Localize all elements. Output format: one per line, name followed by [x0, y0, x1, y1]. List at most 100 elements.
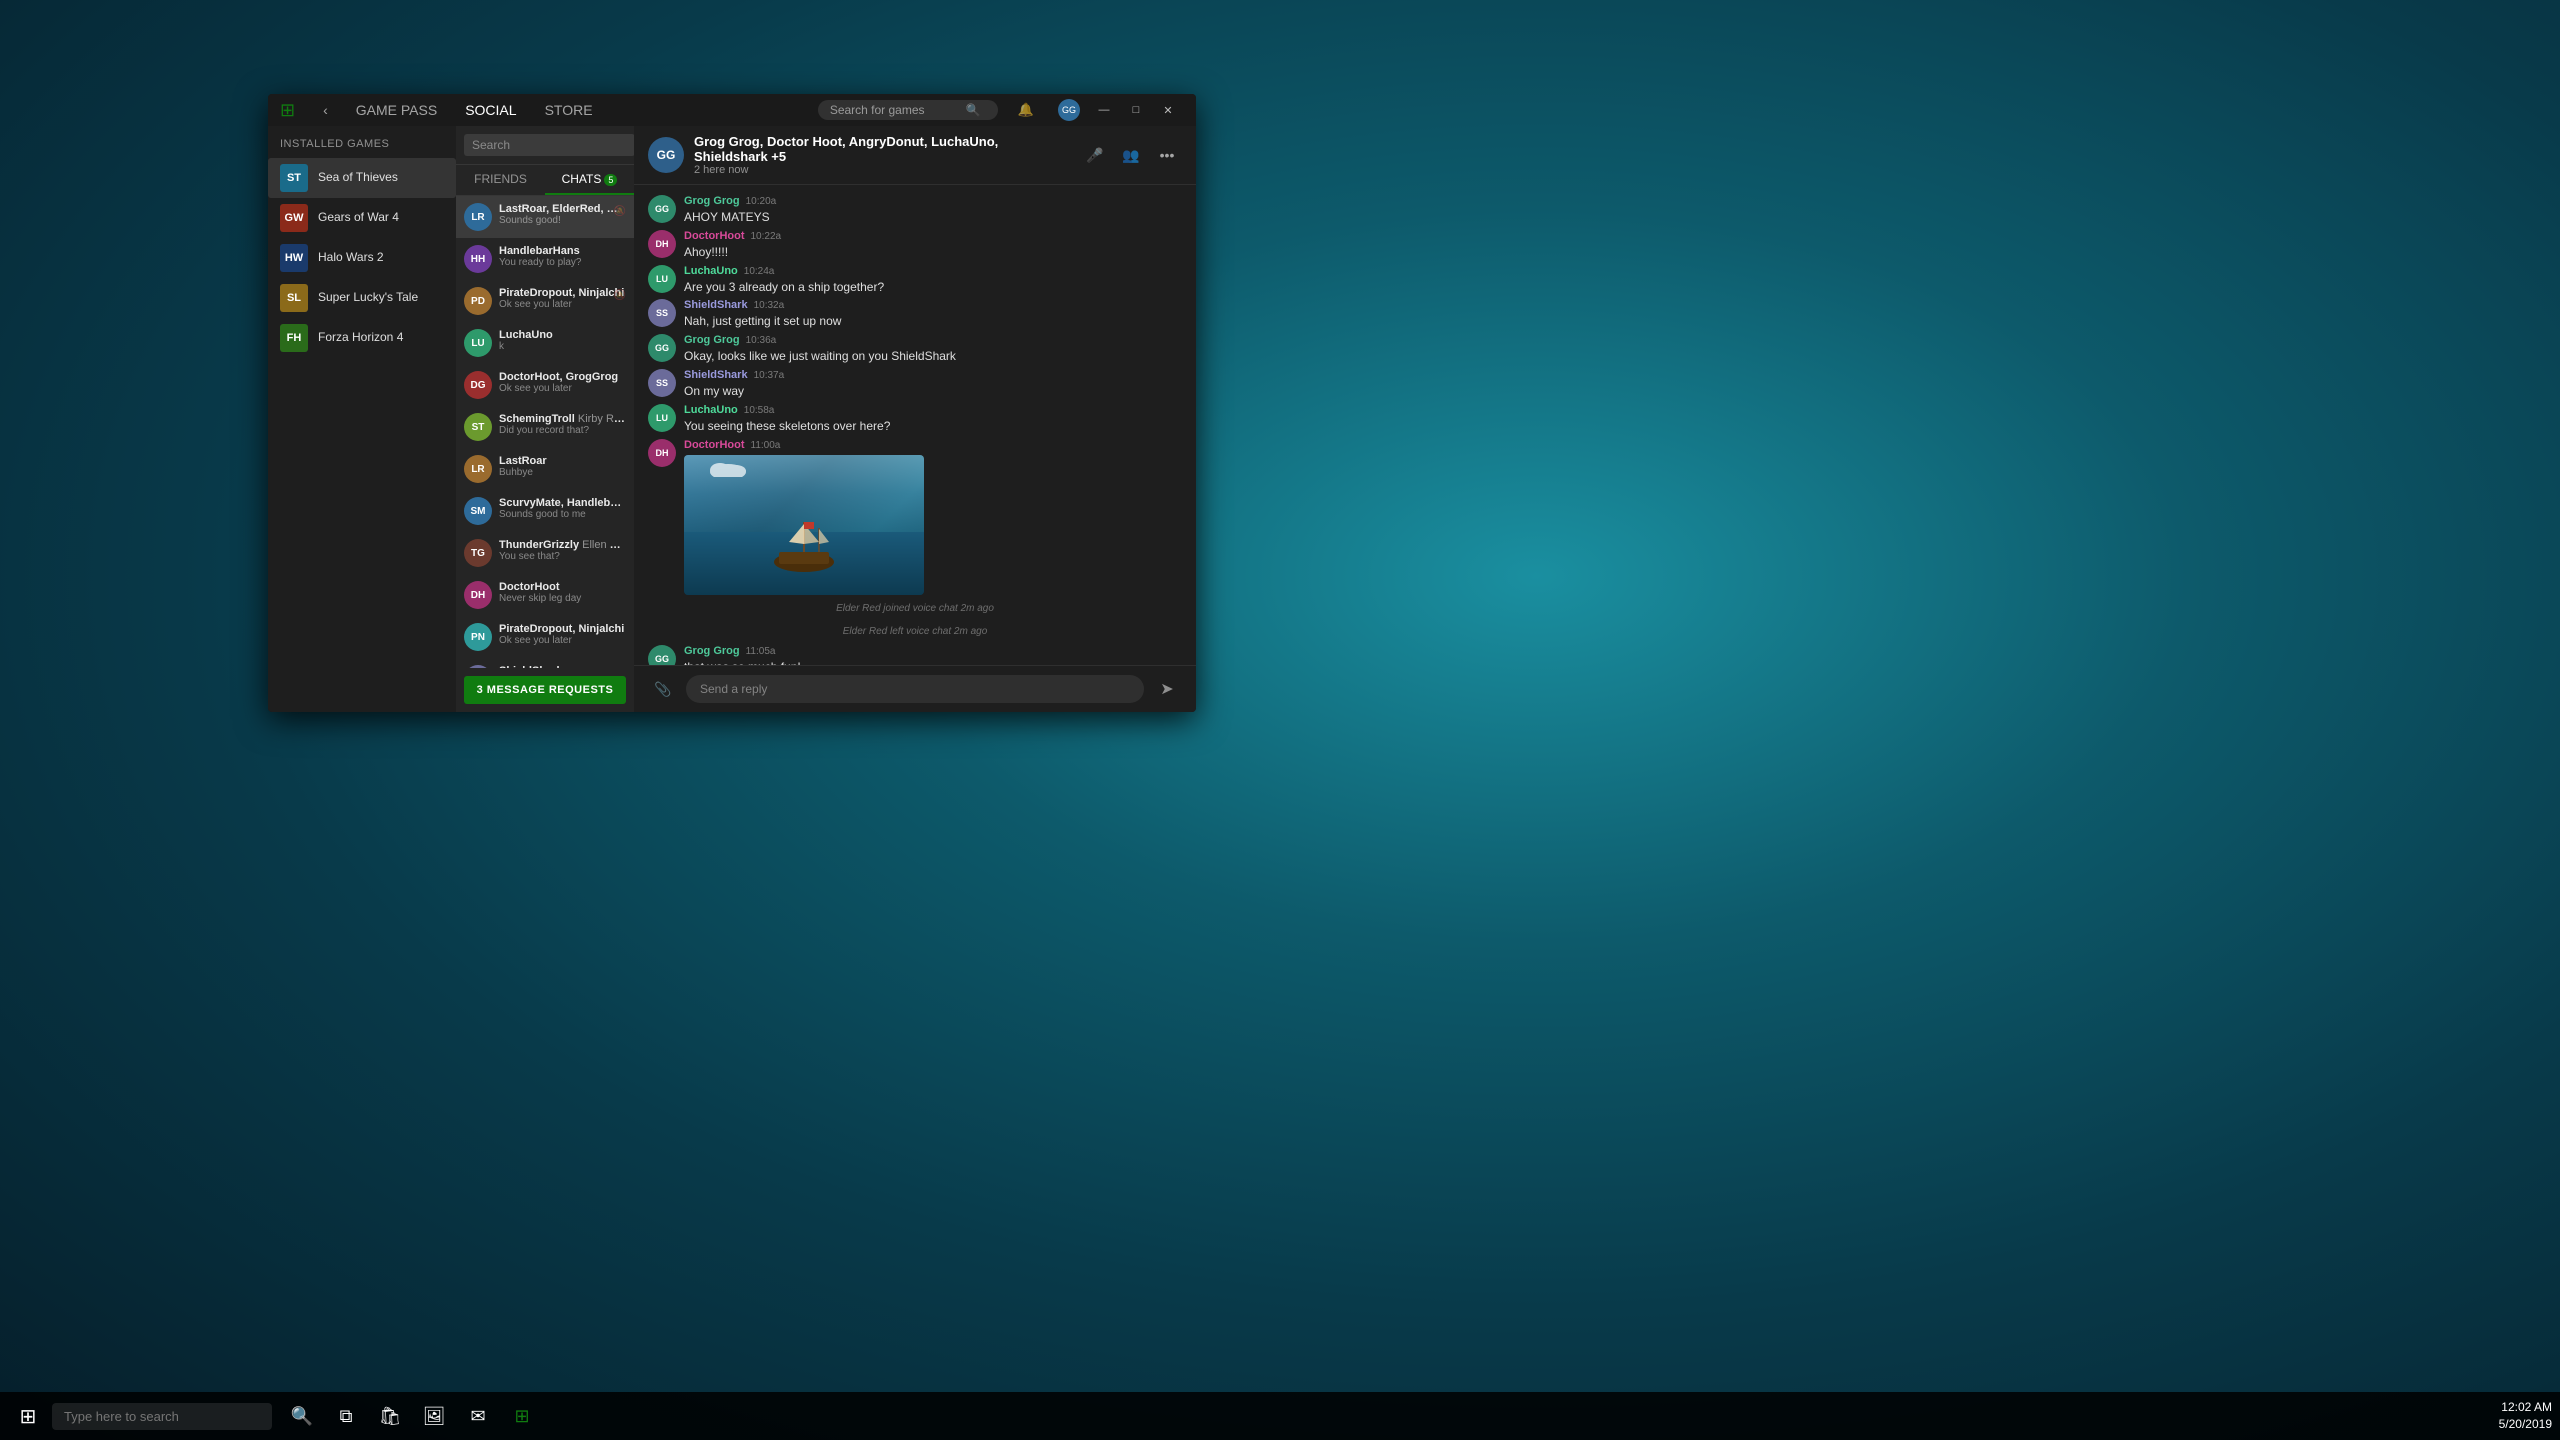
chat-name-2: HandlebarHans: [499, 245, 626, 257]
game-pass-nav-button[interactable]: GAME PASS: [348, 98, 445, 122]
msg-text-2: Ahoy!!!!!: [684, 244, 1182, 261]
minimize-button[interactable]: —: [1088, 98, 1120, 122]
taskbar-pinned-icons: 🔍 ⧉ 🛍 🖼 ✉ ⊞: [284, 1398, 540, 1434]
taskbar-clock: 12:02 AM 5/20/2019: [2499, 1399, 2552, 1433]
send-button[interactable]: ➤: [1152, 674, 1182, 704]
start-button[interactable]: ⊞: [8, 1396, 48, 1436]
taskbar-search-icon[interactable]: 🔍: [284, 1398, 320, 1434]
close-button[interactable]: ✕: [1152, 98, 1184, 122]
msg-name-8: DoctorHoot: [684, 439, 745, 451]
avatar-10: DH: [464, 581, 492, 609]
chat-preview-9: You see that?: [499, 551, 626, 562]
taskbar-store-icon[interactable]: 🛍: [372, 1398, 408, 1434]
chat-item-8[interactable]: SM ScurvyMate, HandlebarHans, Last... +5…: [456, 490, 634, 532]
chat-item-2[interactable]: HH HandlebarHans You ready to play?: [456, 238, 634, 280]
game-search-input[interactable]: [830, 103, 960, 117]
xbox-logo-icon: ⊞: [280, 100, 295, 121]
avatar-5: DG: [464, 371, 492, 399]
avatar-7: LR: [464, 455, 492, 483]
message-row-6: SS ShieldShark 10:37a On my way: [648, 369, 1182, 400]
taskbar-xbox-icon[interactable]: ⊞: [504, 1398, 540, 1434]
attach-button[interactable]: 📎: [648, 674, 678, 704]
system-msg-elder-leave: Elder Red left voice chat 2m ago: [648, 622, 1182, 641]
social-nav-button[interactable]: SOCIAL: [457, 98, 524, 122]
invite-icon-btn[interactable]: 👥: [1116, 140, 1146, 170]
party-chat-icon-btn[interactable]: 🎤: [1080, 140, 1110, 170]
chat-item-1[interactable]: LR LastRoar, ElderRed, Grog Grog, H... S…: [456, 196, 634, 238]
friends-tab[interactable]: FRIENDS: [456, 165, 545, 195]
avatar-2: HH: [464, 245, 492, 273]
chat-item-7[interactable]: LR LastRoar Buhbye: [456, 448, 634, 490]
taskbar-time-display: 12:02 AM: [2499, 1399, 2552, 1416]
game-item-sot[interactable]: ST Sea of Thieves: [268, 158, 456, 198]
chat-list-panel: 🔍 ✏ FRIENDS CHATS5 LR LastRoar, ElderRed…: [456, 126, 634, 712]
chat-item-4[interactable]: LU LuchaUno k: [456, 322, 634, 364]
avatar-6: ST: [464, 413, 492, 441]
chat-preview-11: Ok see you later: [499, 635, 626, 646]
chat-preview-4: k: [499, 341, 626, 352]
msg-avatar-4: SS: [648, 299, 676, 327]
msg-image-attachment: [684, 455, 924, 595]
message-input[interactable]: [686, 675, 1144, 703]
game-thumbnail-slt: SL: [280, 284, 308, 312]
msg-name-3: LuchaUno: [684, 265, 738, 277]
chat-item-10[interactable]: DH DoctorHoot Never skip leg day: [456, 574, 634, 616]
window-controls: — □ ✕: [1088, 98, 1184, 122]
msg-avatar-2: DH: [648, 230, 676, 258]
taskbar-mail-icon[interactable]: ✉: [460, 1398, 496, 1434]
chat-search-input[interactable]: [464, 134, 635, 156]
profile-button[interactable]: GG: [1050, 95, 1088, 125]
msg-avatar-3: LU: [648, 265, 676, 293]
chat-preview-2: You ready to play?: [499, 257, 626, 268]
avatar-8: SM: [464, 497, 492, 525]
msg-text-1: AHOY MATEYS: [684, 209, 1182, 226]
chat-list: LR LastRoar, ElderRed, Grog Grog, H... S…: [456, 196, 634, 668]
game-thumbnail-sot: ST: [280, 164, 308, 192]
game-item-hw[interactable]: HW Halo Wars 2: [268, 238, 456, 278]
messages-area: GG Grog Grog 10:20a AHOY MATEYS DH Docto…: [634, 185, 1196, 665]
chats-badge: 5: [604, 174, 617, 186]
game-item-slt[interactable]: SL Super Lucky's Tale: [268, 278, 456, 318]
taskbar-photos-icon[interactable]: 🖼: [416, 1398, 452, 1434]
back-button[interactable]: ‹: [315, 98, 336, 122]
taskbar-search-input[interactable]: [52, 1403, 272, 1430]
chat-name-4: LuchaUno: [499, 329, 626, 341]
msg-time-3: 10:24a: [744, 266, 775, 277]
notifications-button[interactable]: 🔔: [1010, 98, 1042, 122]
chat-group-status: 2 here now: [694, 164, 1070, 176]
msg-text-6: On my way: [684, 383, 1182, 400]
chat-preview-5: Ok see you later: [499, 383, 626, 394]
chat-item-9[interactable]: TG ThunderGrizzly Ellen Haynes You see t…: [456, 532, 634, 574]
maximize-button[interactable]: □: [1120, 98, 1152, 122]
chats-tab[interactable]: CHATS5: [545, 165, 634, 195]
game-item-gow[interactable]: GW Gears of War 4: [268, 198, 456, 238]
chat-item-3[interactable]: PD PirateDropout, Ninjalchi Ok see you l…: [456, 280, 634, 322]
chat-item-12[interactable]: SS ShieldShark GG: [456, 658, 634, 668]
message-row-2: DH DoctorHoot 10:22a Ahoy!!!!!: [648, 230, 1182, 261]
msg-avatar-5: GG: [648, 334, 676, 362]
store-nav-button[interactable]: STORE: [537, 98, 601, 122]
msg-time-6: 10:37a: [754, 370, 785, 381]
title-bar: ⊞ ‹ GAME PASS SOCIAL STORE 🔍 🔔 GG: [268, 94, 1196, 126]
chat-item-5[interactable]: DG DoctorHoot, GrogGrog Ok see you later: [456, 364, 634, 406]
more-options-btn[interactable]: •••: [1152, 140, 1182, 170]
message-requests-button[interactable]: 3 MESSAGE REQUESTS: [464, 676, 626, 704]
chat-item-6[interactable]: ST SchemingTroll Kirby Raley Did you rec…: [456, 406, 634, 448]
game-thumbnail-fh: FH: [280, 324, 308, 352]
installed-games-label: Installed Games: [268, 138, 456, 158]
taskbar: ⊞ 🔍 ⧉ 🛍 🖼 ✉ ⊞ 12:02 AM 5/20/2019: [0, 1392, 2560, 1440]
chat-item-11[interactable]: PN PirateDropout, Ninjalchi Ok see you l…: [456, 616, 634, 658]
system-msg-elder-join: Elder Red joined voice chat 2m ago: [648, 599, 1182, 618]
msg-avatar-1: GG: [648, 195, 676, 223]
taskbar-task-view-icon[interactable]: ⧉: [328, 1398, 364, 1434]
game-item-fh[interactable]: FH Forza Horizon 4: [268, 318, 456, 358]
search-icon: 🔍: [966, 103, 981, 117]
game-name-sot: Sea of Thieves: [318, 170, 398, 186]
msg-name-6: ShieldShark: [684, 369, 748, 381]
app-body: Installed Games ST Sea of Thieves GW Gea…: [268, 126, 1196, 712]
msg-time-5: 10:36a: [746, 335, 777, 346]
taskbar-right-area: 12:02 AM 5/20/2019: [2499, 1399, 2552, 1433]
cloud-svg: [708, 462, 748, 477]
game-name-gow: Gears of War 4: [318, 210, 399, 226]
msg-name-5: Grog Grog: [684, 334, 740, 346]
